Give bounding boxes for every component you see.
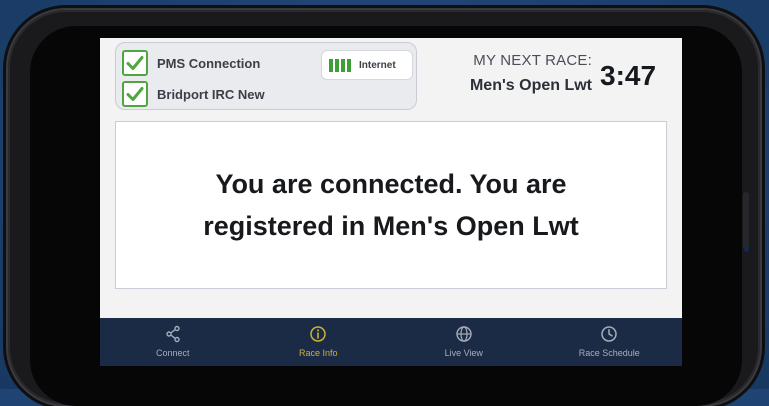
checkmark-icon — [126, 56, 144, 70]
status-item-pms: PMS Connection — [122, 49, 260, 77]
status-label: Bridport IRC New — [157, 86, 265, 102]
tab-label: Race Info — [298, 348, 338, 358]
info-icon — [310, 326, 326, 342]
pms-connection-checkbox — [122, 50, 148, 76]
next-race-info: MY NEXT RACE: Men's Open Lwt — [430, 52, 592, 95]
share-icon — [166, 325, 180, 343]
app-screen: PMS Connection Bridport IRC New Internet… — [100, 38, 682, 366]
regatta-checkbox — [122, 81, 148, 107]
side-button — [743, 192, 749, 250]
tab-race-info[interactable]: Race Info — [246, 318, 392, 366]
tab-label: Connect — [155, 348, 190, 358]
status-label: PMS Connection — [157, 55, 261, 71]
status-message-box: You are connected. You are registered in… — [115, 121, 667, 289]
signal-bars-icon — [329, 58, 351, 72]
bottom-tab-bar: Connect Race Info Live View Race Schedul… — [100, 318, 682, 366]
internet-status-chip: Internet — [321, 50, 413, 80]
tab-race-schedule[interactable]: Race Schedule — [537, 318, 683, 366]
next-race-heading: MY NEXT RACE: — [473, 52, 592, 69]
tab-connect[interactable]: Connect — [100, 318, 246, 366]
tab-label: Live View — [444, 348, 483, 358]
internet-label: Internet — [359, 59, 396, 71]
tab-label: Race Schedule — [578, 348, 640, 358]
race-countdown: 3:47 — [600, 60, 657, 91]
globe-icon — [456, 326, 472, 342]
status-item-regatta: Bridport IRC New — [122, 80, 265, 108]
next-race-name: Men's Open Lwt — [469, 77, 592, 94]
clock-icon — [601, 326, 617, 342]
tab-live-view[interactable]: Live View — [391, 318, 537, 366]
status-message: You are connected. You are registered in… — [203, 169, 579, 241]
connection-status-panel: PMS Connection Bridport IRC New Internet — [115, 42, 417, 110]
checkmark-icon — [126, 87, 144, 101]
camera-dot — [744, 247, 749, 252]
